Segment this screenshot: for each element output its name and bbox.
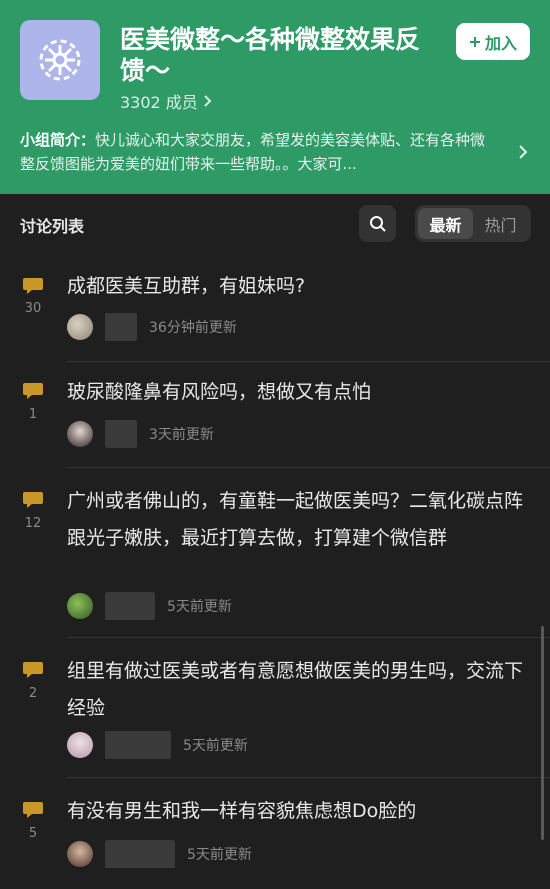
search-button[interactable] <box>359 205 396 242</box>
scrollbar[interactable] <box>541 626 544 840</box>
sort-newest-tab[interactable]: 最新 <box>418 208 473 239</box>
author-name-blurred[interactable] <box>105 731 171 759</box>
chevron-right-icon <box>204 95 212 107</box>
topic-meta: 5天前更新 <box>67 592 232 620</box>
author-name-blurred[interactable] <box>105 840 175 868</box>
search-icon <box>369 215 386 232</box>
member-count-link[interactable]: 3302 成员 <box>120 89 214 113</box>
author-name-blurred[interactable] <box>105 420 137 448</box>
avatar[interactable] <box>67 314 93 340</box>
update-time: 5天前更新 <box>167 599 232 615</box>
member-count: 3302 成员 <box>120 93 198 112</box>
topic-title[interactable]: 成都医美互助群，有姐妹吗? <box>67 268 532 305</box>
group-header: 医美微整～各种微整效果反馈～ 3302 成员 加入 小组简介：快儿诚心和大家交朋… <box>0 0 550 194</box>
topic-meta: 3天前更新 <box>67 420 214 448</box>
comment-count: 12 <box>24 516 42 531</box>
update-time: 36分钟前更新 <box>149 320 237 336</box>
topic-title[interactable]: 有没有男生和我一样有容貌焦虑想Do脸的 <box>67 793 532 830</box>
topic-item[interactable]: 12 广州或者佛山的，有童鞋一起做医美吗？二氧化碳点阵跟光子嫩肤，最近打算去做，… <box>0 484 550 636</box>
topic-title[interactable]: 玻尿酸隆鼻有风险吗，想做又有点怕 <box>67 374 532 411</box>
group-intro[interactable]: 小组简介：快儿诚心和大家交朋友，希望发的美容美体贴、还有各种微整反馈图能为爱美的… <box>20 128 495 176</box>
divider <box>67 361 550 362</box>
avatar[interactable] <box>67 421 93 447</box>
comment-icon <box>23 492 43 508</box>
topic-meta: 5天前更新 <box>67 731 248 759</box>
comment-count: 2 <box>28 686 38 701</box>
topic-item[interactable]: 5 有没有男生和我一样有容貌焦虑想Do脸的 5天前更新 <box>0 794 550 889</box>
avatar[interactable] <box>67 732 93 758</box>
update-time: 5天前更新 <box>183 738 248 754</box>
topic-item[interactable]: 2 组里有做过医美或者有意愿想做医美的男生吗，交流下经验 5天前更新 <box>0 654 550 769</box>
topic-title[interactable]: 广州或者佛山的，有童鞋一起做医美吗？二氧化碳点阵跟光子嫩肤，最近打算去做，打算建… <box>67 483 532 557</box>
divider <box>67 637 550 638</box>
group-title: 医美微整～各种微整效果反馈～ <box>120 25 421 85</box>
discussion-list-title: 讨论列表 <box>20 217 85 236</box>
intro-label: 小组简介： <box>20 131 96 149</box>
topic-meta: 5天前更新 <box>67 840 252 868</box>
comment-icon <box>23 383 43 399</box>
comment-icon <box>23 802 43 818</box>
join-button[interactable]: 加入 <box>456 23 530 60</box>
comment-count: 30 <box>24 301 42 316</box>
avatar[interactable] <box>67 593 93 619</box>
update-time: 3天前更新 <box>149 427 214 443</box>
author-name-blurred[interactable] <box>105 592 155 620</box>
topic-item[interactable]: 1 玻尿酸隆鼻有风险吗，想做又有点怕 3天前更新 <box>0 375 550 467</box>
intro-chevron-right-icon[interactable] <box>512 141 534 163</box>
join-label: 加入 <box>484 35 517 53</box>
topic-meta: 36分钟前更新 <box>67 313 237 341</box>
avatar[interactable] <box>67 841 93 867</box>
divider <box>67 467 550 468</box>
topic-item[interactable]: 30 成都医美互助群，有姐妹吗? 36分钟前更新 <box>0 270 550 362</box>
comment-icon <box>23 662 43 678</box>
plus-icon <box>469 36 480 47</box>
comment-icon <box>23 278 43 294</box>
update-time: 5天前更新 <box>187 847 252 863</box>
topic-title[interactable]: 组里有做过医美或者有意愿想做医美的男生吗，交流下经验 <box>67 653 532 727</box>
divider <box>67 777 550 778</box>
sort-toggle: 最新 热门 <box>415 205 531 242</box>
group-logo-icon <box>39 39 81 81</box>
sort-hot-tab[interactable]: 热门 <box>473 208 528 239</box>
group-avatar[interactable] <box>20 20 100 100</box>
comment-count: 5 <box>28 826 38 841</box>
comment-count: 1 <box>28 407 38 422</box>
author-name-blurred[interactable] <box>105 313 137 341</box>
